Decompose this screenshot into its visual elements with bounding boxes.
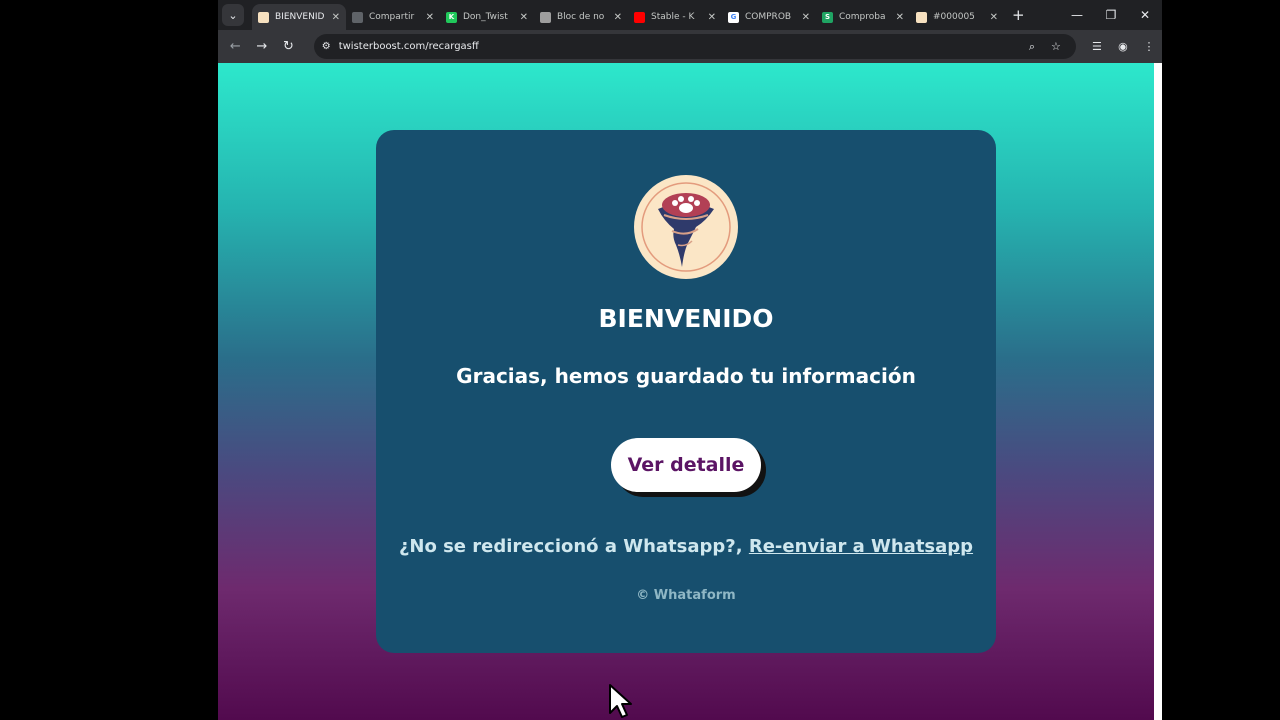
browser-tab[interactable]: Compartir ✕ xyxy=(346,4,440,30)
mouse-pointer-icon xyxy=(609,684,632,718)
tab-title: Bloc de no xyxy=(557,12,605,22)
tab-favicon-icon: K xyxy=(446,11,457,23)
tab-close-icon[interactable]: ✕ xyxy=(332,12,340,23)
tab-close-icon[interactable]: ✕ xyxy=(426,12,434,23)
tab-title: BIENVENID xyxy=(275,12,325,22)
browser-window: ⌄ BIENVENID ✕ Compartir ✕ K Don_Twist ✕ Bloc de… xyxy=(218,0,1162,720)
tab-favicon-icon xyxy=(540,11,551,23)
resend-whatsapp-link[interactable]: Re-enviar a Whatsapp xyxy=(749,536,973,557)
tab-close-icon[interactable]: ✕ xyxy=(708,12,716,23)
browser-tab[interactable]: Bloc de no ✕ xyxy=(534,4,628,30)
browser-tab[interactable]: BIENVENID ✕ xyxy=(252,4,346,30)
address-bar[interactable]: ⚙ twisterboost.com/recargasff ⌕ ☆ xyxy=(313,34,1076,59)
tab-title: Comproba xyxy=(839,12,886,22)
tab-title: COMPROB xyxy=(745,12,792,22)
browser-tab[interactable]: #000005 ✕ xyxy=(910,4,1004,30)
confirmation-card: BIENVENIDO Gracias, hemos guardado tu in… xyxy=(376,130,996,653)
browser-tab[interactable]: S Comproba ✕ xyxy=(816,4,910,30)
media-control-icon[interactable]: ☰ xyxy=(1084,40,1110,53)
site-info-icon[interactable]: ⚙ xyxy=(322,41,331,52)
copyright-footer: © Whataform xyxy=(636,588,736,603)
tab-favicon-icon xyxy=(916,11,927,23)
tab-close-icon[interactable]: ✕ xyxy=(520,12,528,23)
tab-title: Stable - K xyxy=(651,12,695,22)
tab-favicon-icon: S xyxy=(822,11,833,23)
page-content: BIENVENIDO Gracias, hemos guardado tu in… xyxy=(218,63,1154,720)
tab-list: BIENVENID ✕ Compartir ✕ K Don_Twist ✕ Bloc de n… xyxy=(252,0,1004,30)
restore-icon[interactable]: ❐ xyxy=(1094,8,1128,22)
browser-tab[interactable]: Stable - K ✕ xyxy=(628,4,722,30)
forward-icon[interactable]: → xyxy=(249,39,276,54)
twister-logo xyxy=(634,175,738,279)
bookmark-star-icon[interactable]: ☆ xyxy=(1044,40,1068,53)
back-icon[interactable]: ← xyxy=(222,39,249,54)
tab-close-icon[interactable]: ✕ xyxy=(802,12,810,23)
tab-close-icon[interactable]: ✕ xyxy=(990,12,998,23)
view-detail-button[interactable]: Ver detalle xyxy=(611,438,761,492)
tab-favicon-icon xyxy=(352,11,363,23)
browser-toolbar: ← → ↻ ⚙ twisterboost.com/recargasff ⌕ ☆ … xyxy=(218,30,1162,63)
thanks-message: Gracias, hemos guardado tu información xyxy=(456,364,916,388)
tab-title: #000005 xyxy=(933,12,975,22)
redirect-notice: ¿No se redireccionó a Whatsapp?, Re-envi… xyxy=(376,536,996,557)
browser-tab[interactable]: G COMPROB ✕ xyxy=(722,4,816,30)
zoom-icon[interactable]: ⌕ xyxy=(1020,40,1044,54)
tab-favicon-icon xyxy=(634,11,645,23)
tab-close-icon[interactable]: ✕ xyxy=(896,12,904,23)
scrollbar[interactable] xyxy=(1154,63,1162,720)
url-text[interactable]: twisterboost.com/recargasff xyxy=(339,41,1020,52)
tab-favicon-icon: G xyxy=(728,11,739,23)
tab-strip: ⌄ BIENVENID ✕ Compartir ✕ K Don_Twist ✕ Bloc de… xyxy=(218,0,1162,30)
redirect-question: ¿No se redireccionó a Whatsapp?, xyxy=(398,536,743,557)
tab-title: Don_Twist xyxy=(463,12,508,22)
close-window-icon[interactable]: ✕ xyxy=(1128,8,1162,22)
menu-kebab-icon[interactable]: ⋮ xyxy=(1136,40,1162,53)
welcome-heading: BIENVENIDO xyxy=(598,304,774,333)
tab-search-icon[interactable]: ⌄ xyxy=(222,4,244,26)
browser-tab[interactable]: K Don_Twist ✕ xyxy=(440,4,534,30)
reload-icon[interactable]: ↻ xyxy=(275,39,302,54)
tornado-paw-icon xyxy=(641,182,731,272)
window-controls: — ❐ ✕ xyxy=(1060,8,1162,22)
new-tab-icon[interactable]: + xyxy=(1012,6,1025,24)
minimize-icon[interactable]: — xyxy=(1060,8,1094,22)
tab-favicon-icon xyxy=(258,11,269,23)
profile-icon[interactable]: ◉ xyxy=(1110,40,1136,53)
tab-title: Compartir xyxy=(369,12,415,22)
tab-close-icon[interactable]: ✕ xyxy=(614,12,622,23)
